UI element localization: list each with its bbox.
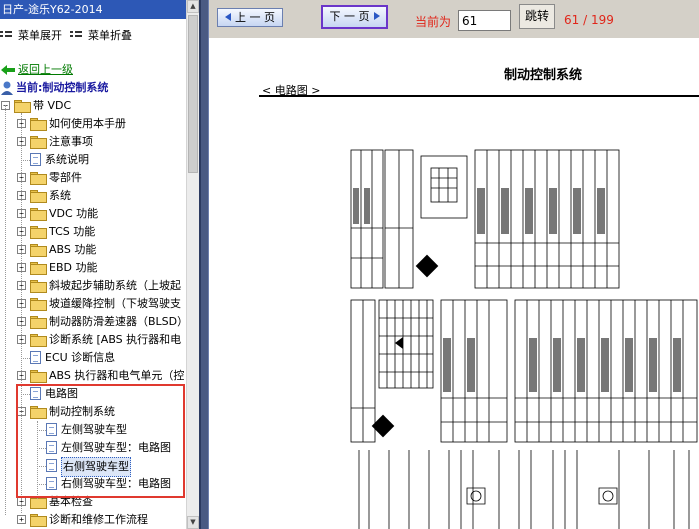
folder-icon bbox=[30, 298, 47, 311]
tree-item[interactable]: + 坡道缓降控制（下坡驾驶支 bbox=[0, 295, 186, 313]
tree-item-label: EBD 功能 bbox=[49, 261, 98, 274]
tree-item-label: 诊断和维修工作流程 bbox=[49, 513, 148, 526]
next-page-label: 下 一 页 bbox=[329, 10, 370, 23]
wiring-diagram bbox=[350, 149, 698, 529]
tree-item-label: ABS 功能 bbox=[49, 243, 97, 256]
tree-item-label: 注意事项 bbox=[49, 135, 93, 148]
page-number-input[interactable] bbox=[458, 10, 511, 31]
prev-arrow-icon bbox=[225, 13, 231, 21]
tree-item-label: 制动器防滑差速器（BLSD） bbox=[49, 315, 189, 328]
folder-icon bbox=[30, 280, 47, 293]
next-page-button[interactable]: 下 一 页 bbox=[321, 5, 388, 29]
tree-item-label: 如何使用本手册 bbox=[49, 117, 126, 130]
menu-expand-button[interactable]: 菜单展开 bbox=[0, 28, 62, 44]
tree-item-label: 系统说明 bbox=[45, 153, 89, 166]
tree-item[interactable]: ECU 诊断信息 bbox=[0, 349, 186, 367]
tree-item[interactable]: + 斜坡起步辅助系统（上坡起 bbox=[0, 277, 186, 295]
folder-icon bbox=[30, 136, 47, 149]
user-icon bbox=[1, 81, 13, 95]
tree-item-label: ECU 诊断信息 bbox=[45, 351, 116, 364]
folder-icon bbox=[30, 208, 47, 221]
folder-icon bbox=[30, 262, 47, 275]
scroll-down-button[interactable]: ▼ bbox=[187, 516, 199, 529]
folder-icon bbox=[30, 172, 47, 185]
folder-icon bbox=[30, 226, 47, 239]
tree-connector bbox=[21, 358, 30, 359]
tree-item[interactable]: + 诊断和维修工作流程 bbox=[0, 511, 186, 529]
tree-item[interactable]: + ABS 功能 bbox=[0, 241, 186, 259]
pane-title: 日产-途乐Y62-2014 bbox=[0, 0, 186, 19]
tree-expander-icon[interactable]: + bbox=[17, 515, 26, 524]
tree-item[interactable]: + TCS 功能 bbox=[0, 223, 186, 241]
folder-icon bbox=[30, 370, 47, 383]
tree-item[interactable]: − 带 VDC bbox=[0, 97, 186, 115]
tree-item[interactable]: + 系统 bbox=[0, 187, 186, 205]
current-page-label: 当前为 bbox=[415, 15, 452, 29]
folder-icon bbox=[30, 334, 47, 347]
tree-item-label: TCS 功能 bbox=[49, 225, 96, 238]
tree-item[interactable]: + EBD 功能 bbox=[0, 259, 186, 277]
menu-collapse-label: 菜单折叠 bbox=[88, 29, 132, 42]
menu-collapse-button[interactable]: 菜单折叠 bbox=[70, 28, 132, 44]
tree-item-label: 斜坡起步辅助系统（上坡起 bbox=[49, 279, 181, 292]
prev-page-label: 上 一 页 bbox=[235, 11, 275, 24]
page-toolbar: 上 一 页 下 一 页 当前为 跳转 61 / 199 bbox=[209, 0, 699, 38]
back-arrow-icon bbox=[1, 65, 15, 75]
current-location-label: 当前:制动控制系统 bbox=[16, 81, 109, 94]
tree-item[interactable]: + 注意事项 bbox=[0, 133, 186, 151]
document-page: 制动控制系统 < 电路图 > bbox=[209, 38, 699, 529]
tree-item[interactable]: + VDC 功能 bbox=[0, 205, 186, 223]
tree-item[interactable]: + 诊断系统 [ABS 执行器和电 bbox=[0, 331, 186, 349]
highlight-box bbox=[16, 384, 185, 498]
tree-item-label: 系统 bbox=[49, 189, 71, 202]
tree-guide bbox=[5, 105, 6, 515]
expand-icon bbox=[0, 31, 12, 37]
folder-icon bbox=[30, 118, 47, 131]
navigation-pane: 日产-途乐Y62-2014 菜单展开 菜单折叠 返回上一级 当前:制动控制系统 … bbox=[0, 0, 199, 529]
next-arrow-icon bbox=[373, 12, 380, 20]
tree-item[interactable]: + ABS 执行器和电气单元（控 bbox=[0, 367, 186, 385]
back-link-label: 返回上一级 bbox=[18, 63, 73, 76]
document-icon bbox=[30, 153, 41, 166]
tree-item-label: ABS 执行器和电气单元（控 bbox=[49, 369, 185, 382]
tree-item-label: 零部件 bbox=[49, 171, 82, 184]
folder-icon bbox=[30, 316, 47, 329]
pane-splitter[interactable] bbox=[199, 0, 209, 529]
folder-icon bbox=[30, 244, 47, 257]
tree-item-label: 诊断系统 [ABS 执行器和电 bbox=[49, 333, 182, 346]
document-pane: 上 一 页 下 一 页 当前为 跳转 61 / 199 制动控制系统 < 电路图… bbox=[209, 0, 699, 529]
tree-item-label: VDC 功能 bbox=[49, 207, 99, 220]
tree-item[interactable]: + 如何使用本手册 bbox=[0, 115, 186, 133]
scroll-up-button[interactable]: ▲ bbox=[187, 0, 199, 13]
tree-connector bbox=[21, 160, 30, 161]
jump-button[interactable]: 跳转 bbox=[519, 4, 555, 29]
folder-icon bbox=[30, 190, 47, 203]
prev-page-button[interactable]: 上 一 页 bbox=[217, 8, 283, 27]
tree-scrollbar[interactable]: ▲ ▼ bbox=[186, 0, 199, 529]
collapse-icon bbox=[70, 31, 82, 37]
document-icon bbox=[30, 351, 41, 364]
tree-item[interactable]: + 制动器防滑差速器（BLSD） bbox=[0, 313, 189, 331]
tree-item-label: 带 VDC bbox=[33, 99, 72, 112]
tree-item-label: 坡道缓降控制（下坡驾驶支 bbox=[49, 297, 181, 310]
menu-expand-label: 菜单展开 bbox=[18, 29, 62, 42]
folder-open-icon bbox=[14, 100, 31, 113]
tree-item[interactable]: 系统说明 bbox=[0, 151, 186, 169]
folder-icon bbox=[30, 514, 47, 527]
tree-item[interactable]: + 零部件 bbox=[0, 169, 186, 187]
page-count: 61 / 199 bbox=[564, 13, 614, 27]
scroll-thumb[interactable] bbox=[188, 15, 198, 173]
